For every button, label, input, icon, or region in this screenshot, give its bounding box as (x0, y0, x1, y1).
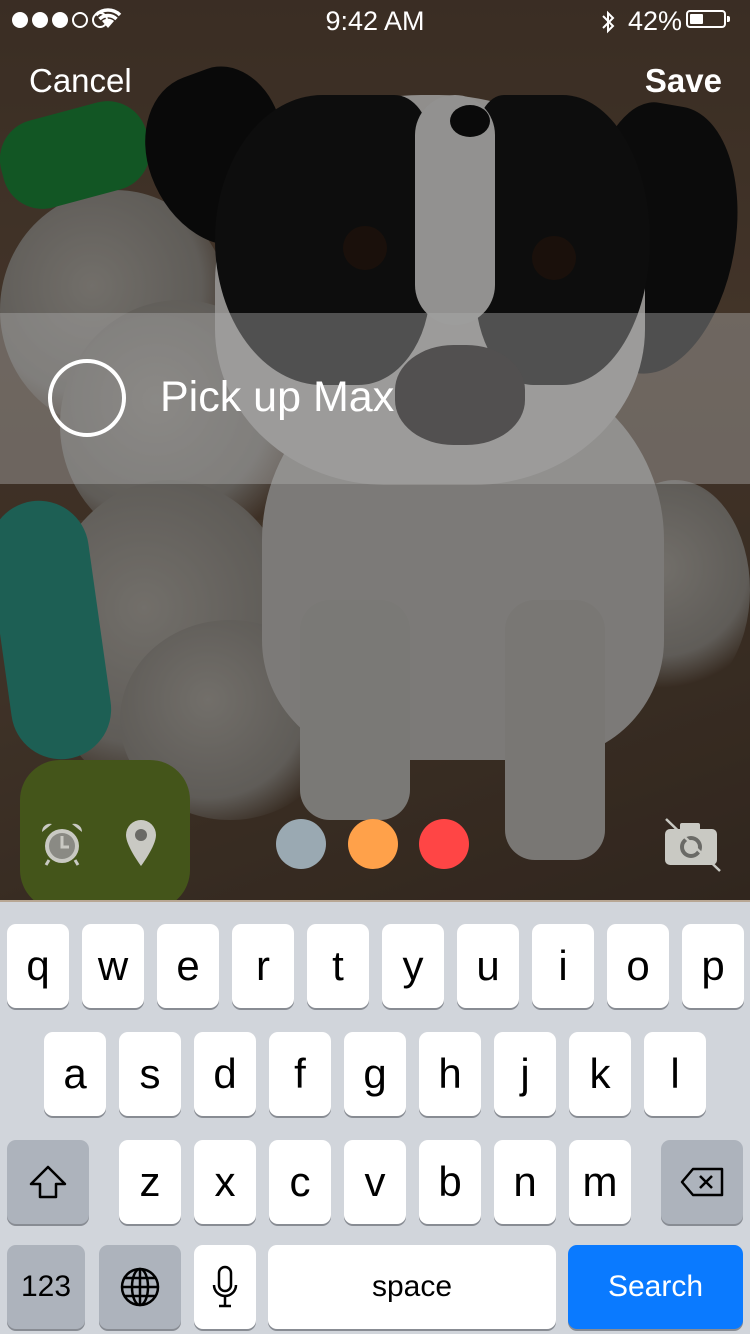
microphone-icon (212, 1265, 238, 1308)
key-l[interactable]: l (644, 1032, 706, 1116)
cancel-button[interactable]: Cancel (29, 62, 132, 100)
alarm-icon[interactable] (38, 820, 86, 868)
delete-key[interactable] (661, 1140, 743, 1224)
key-o[interactable]: o (607, 924, 669, 1008)
color-option-orange[interactable] (348, 819, 398, 869)
key-n[interactable]: n (494, 1140, 556, 1224)
key-k[interactable]: k (569, 1032, 631, 1116)
key-b[interactable]: b (419, 1140, 481, 1224)
shift-icon (29, 1165, 67, 1199)
key-q[interactable]: q (7, 924, 69, 1008)
complete-checkbox[interactable] (48, 359, 126, 437)
status-bar: 9:42 AM 42% (0, 0, 750, 40)
key-m[interactable]: m (569, 1140, 631, 1224)
key-w[interactable]: w (82, 924, 144, 1008)
key-j[interactable]: j (494, 1032, 556, 1116)
color-option-red[interactable] (419, 819, 469, 869)
key-t[interactable]: t (307, 924, 369, 1008)
key-p[interactable]: p (682, 924, 744, 1008)
camera-off-icon[interactable] (662, 815, 722, 873)
key-g[interactable]: g (344, 1032, 406, 1116)
key-a[interactable]: a (44, 1032, 106, 1116)
globe-key[interactable] (99, 1245, 181, 1329)
battery-icon (686, 10, 730, 28)
key-f[interactable]: f (269, 1032, 331, 1116)
globe-icon (120, 1267, 160, 1307)
key-x[interactable]: x (194, 1140, 256, 1224)
numbers-key[interactable]: 123 (7, 1245, 85, 1329)
key-y[interactable]: y (382, 924, 444, 1008)
key-v[interactable]: v (344, 1140, 406, 1224)
bluetooth-icon (602, 10, 615, 34)
color-option-gray[interactable] (276, 819, 326, 869)
key-u[interactable]: u (457, 924, 519, 1008)
shift-key[interactable] (7, 1140, 89, 1224)
key-z[interactable]: z (119, 1140, 181, 1224)
dictation-key[interactable] (194, 1245, 256, 1329)
key-r[interactable]: r (232, 924, 294, 1008)
key-s[interactable]: s (119, 1032, 181, 1116)
key-d[interactable]: d (194, 1032, 256, 1116)
key-h[interactable]: h (419, 1032, 481, 1116)
key-c[interactable]: c (269, 1140, 331, 1224)
keyboard: qwertyuiop asdfghjkl zxcvbnm 123 space S… (0, 900, 750, 1334)
save-button[interactable]: Save (645, 62, 722, 100)
key-i[interactable]: i (532, 924, 594, 1008)
task-title-input[interactable] (160, 373, 720, 422)
space-key[interactable]: space (268, 1245, 556, 1329)
location-pin-icon[interactable] (124, 818, 158, 868)
key-e[interactable]: e (157, 924, 219, 1008)
search-key[interactable]: Search (568, 1245, 743, 1329)
backspace-icon (680, 1167, 724, 1197)
battery-percent: 42% (628, 6, 683, 36)
